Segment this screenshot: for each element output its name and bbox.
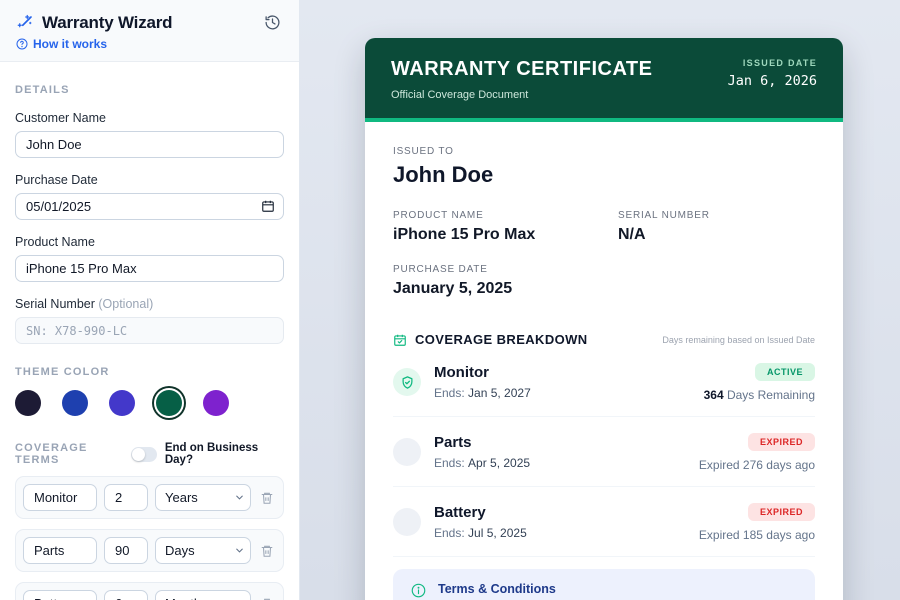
issued-to-label: ISSUED TO [393, 146, 815, 157]
theme-swatch-emerald-selected[interactable] [156, 390, 182, 416]
trash-icon [260, 491, 274, 505]
trash-icon [260, 544, 274, 558]
theme-swatch-purple[interactable] [203, 390, 229, 416]
warranty-certificate-card: WARRANTY CERTIFICATE Official Coverage D… [365, 38, 843, 600]
customer-name-input[interactable] [15, 131, 284, 158]
term-unit-select[interactable]: Months [155, 590, 251, 600]
coverage-breakdown-title: COVERAGE BREAKDOWN [415, 332, 588, 347]
delete-term-button[interactable] [258, 542, 276, 560]
coverage-row-battery: Battery Ends: Jul 5, 2025 EXPIRED Expire… [393, 487, 815, 557]
coverage-item-ends: Ends: Jan 5, 2027 [434, 386, 531, 400]
coverage-terms-section-label: COVERAGE TERMS [15, 442, 131, 466]
product-name-label: Product Name [15, 235, 284, 249]
calendar-check-icon [393, 333, 407, 347]
certificate-title: WARRANTY CERTIFICATE [391, 58, 652, 81]
how-it-works-link[interactable]: How it works [16, 37, 283, 51]
product-name-input[interactable] [15, 255, 284, 282]
coverage-item-name: Parts [434, 434, 530, 451]
purchase-date-label: PURCHASE DATE [393, 264, 815, 275]
serial-number-label: SERIAL NUMBER [618, 210, 710, 221]
issued-date-label: ISSUED DATE [728, 58, 817, 68]
shield-icon-muted [393, 508, 421, 536]
optional-hint: (Optional) [98, 297, 153, 311]
theme-color-section-label: THEME COLOR [15, 366, 284, 378]
issued-to-name: John Doe [393, 162, 815, 188]
product-name-value: iPhone 15 Pro Max [393, 226, 618, 244]
history-button[interactable] [262, 12, 283, 33]
term-row-monitor: Years [15, 476, 284, 519]
certificate-header: WARRANTY CERTIFICATE Official Coverage D… [365, 38, 843, 122]
term-name-input[interactable] [23, 537, 97, 564]
coverage-row-parts: Parts Ends: Apr 5, 2025 EXPIRED Expired … [393, 417, 815, 487]
serial-number-input[interactable] [15, 317, 284, 344]
terms-conditions-box: Terms & Conditions This certificate veri… [393, 569, 815, 600]
term-name-input[interactable] [23, 590, 97, 600]
product-name-label: PRODUCT NAME [393, 210, 618, 221]
coverage-row-monitor: Monitor Ends: Jan 5, 2027 ACTIVE 364 Day… [393, 347, 815, 417]
trash-icon [260, 597, 274, 600]
certificate-subtitle: Official Coverage Document [391, 89, 652, 101]
expired-ago: Expired 276 days ago [699, 458, 815, 472]
theme-color-swatches [15, 390, 284, 416]
panel-header: Warranty Wizard How it works [0, 0, 299, 62]
serial-number-value: N/A [618, 226, 710, 244]
coverage-item-name: Monitor [434, 364, 531, 381]
help-circle-icon [16, 38, 28, 50]
info-circle-icon [411, 583, 426, 598]
term-name-input[interactable] [23, 484, 97, 511]
term-row-battery: Months [15, 582, 284, 600]
delete-term-button[interactable] [258, 595, 276, 600]
app-title: Warranty Wizard [42, 13, 172, 33]
shield-check-icon [393, 368, 421, 396]
customer-name-label: Customer Name [15, 111, 284, 125]
terms-conditions-title: Terms & Conditions [438, 582, 797, 596]
theme-swatch-midnight[interactable] [15, 390, 41, 416]
preview-area: WARRANTY CERTIFICATE Official Coverage D… [300, 0, 900, 600]
status-badge-active: ACTIVE [755, 363, 815, 381]
theme-swatch-blue[interactable] [62, 390, 88, 416]
coverage-item-ends: Ends: Apr 5, 2025 [434, 456, 530, 470]
business-day-toggle-label: End on Business Day? [165, 442, 284, 466]
settings-panel: Warranty Wizard How it works DETAILS Cus… [0, 0, 300, 600]
term-row-parts: Days [15, 529, 284, 572]
coverage-item-ends: Ends: Jul 5, 2025 [434, 526, 527, 540]
term-unit-select[interactable]: Days [155, 537, 251, 564]
shield-icon-muted [393, 438, 421, 466]
purchase-date-input[interactable] [15, 193, 284, 220]
purchase-date-label: Purchase Date [15, 173, 284, 187]
serial-number-label: Serial Number (Optional) [15, 297, 284, 311]
coverage-breakdown-note: Days remaining based on Issued Date [662, 335, 815, 345]
term-unit-select[interactable]: Years [155, 484, 251, 511]
expired-ago: Expired 185 days ago [699, 528, 815, 542]
term-duration-input[interactable] [104, 484, 148, 511]
business-day-toggle[interactable] [131, 447, 157, 462]
theme-swatch-indigo[interactable] [109, 390, 135, 416]
term-duration-input[interactable] [104, 537, 148, 564]
wand-sparkles-icon [16, 14, 34, 32]
days-remaining: 364 Days Remaining [704, 388, 815, 402]
status-badge-expired: EXPIRED [748, 433, 815, 451]
purchase-date-value: January 5, 2025 [393, 280, 815, 298]
issued-date-value: Jan 6, 2026 [728, 73, 817, 89]
details-section-label: DETAILS [15, 84, 284, 96]
coverage-item-name: Battery [434, 504, 527, 521]
delete-term-button[interactable] [258, 489, 276, 507]
status-badge-expired: EXPIRED [748, 503, 815, 521]
term-duration-input[interactable] [104, 590, 148, 600]
